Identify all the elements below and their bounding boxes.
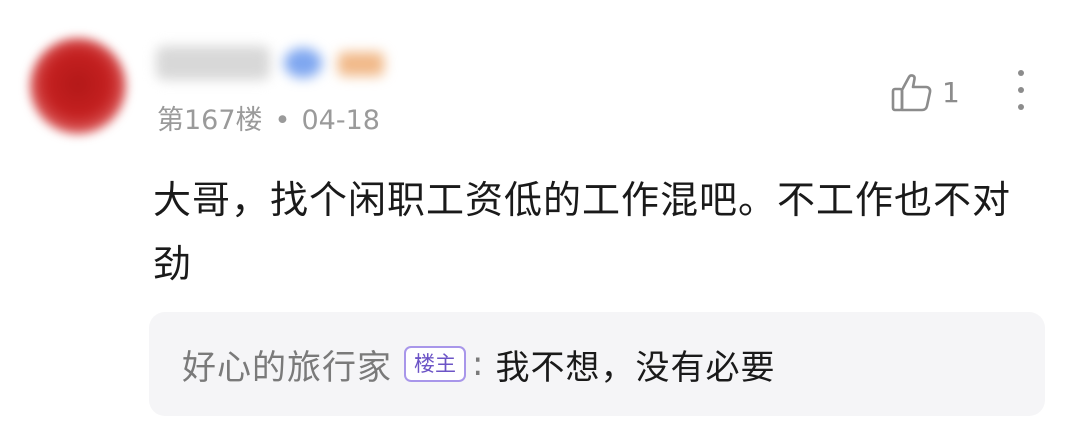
reply-colon: : [472, 344, 484, 384]
level-badge-blurred [338, 52, 384, 76]
username-blurred[interactable] [156, 46, 270, 80]
like-button[interactable]: 1 [890, 70, 960, 114]
more-vertical-icon[interactable] [1008, 68, 1034, 112]
reply-author[interactable]: 好心的旅行家 [182, 340, 392, 389]
comment-text: 大哥，找个闲职工资低的工作混吧。不工作也不对劲 [153, 178, 1012, 286]
avatar[interactable] [30, 38, 126, 134]
reply-text: 我不想，没有必要 [495, 347, 776, 388]
comment-card: 第167楼 • 04-18 1 大哥，找个闲职工资低的工作混吧。不工作也不对劲 好心… [0, 0, 1079, 441]
thumbs-up-icon [890, 70, 934, 114]
floor-label: 第167楼 [157, 105, 263, 136]
comment-meta: 第167楼 • 04-18 [157, 98, 380, 137]
comment-date: 04-18 [301, 105, 380, 136]
reply-preview[interactable]: 好心的旅行家 楼主 : 我不想，没有必要 [149, 312, 1045, 416]
like-count: 1 [942, 75, 960, 109]
user-badge-blurred [284, 48, 322, 78]
meta-separator: • [274, 105, 291, 136]
op-badge: 楼主 [404, 346, 466, 382]
